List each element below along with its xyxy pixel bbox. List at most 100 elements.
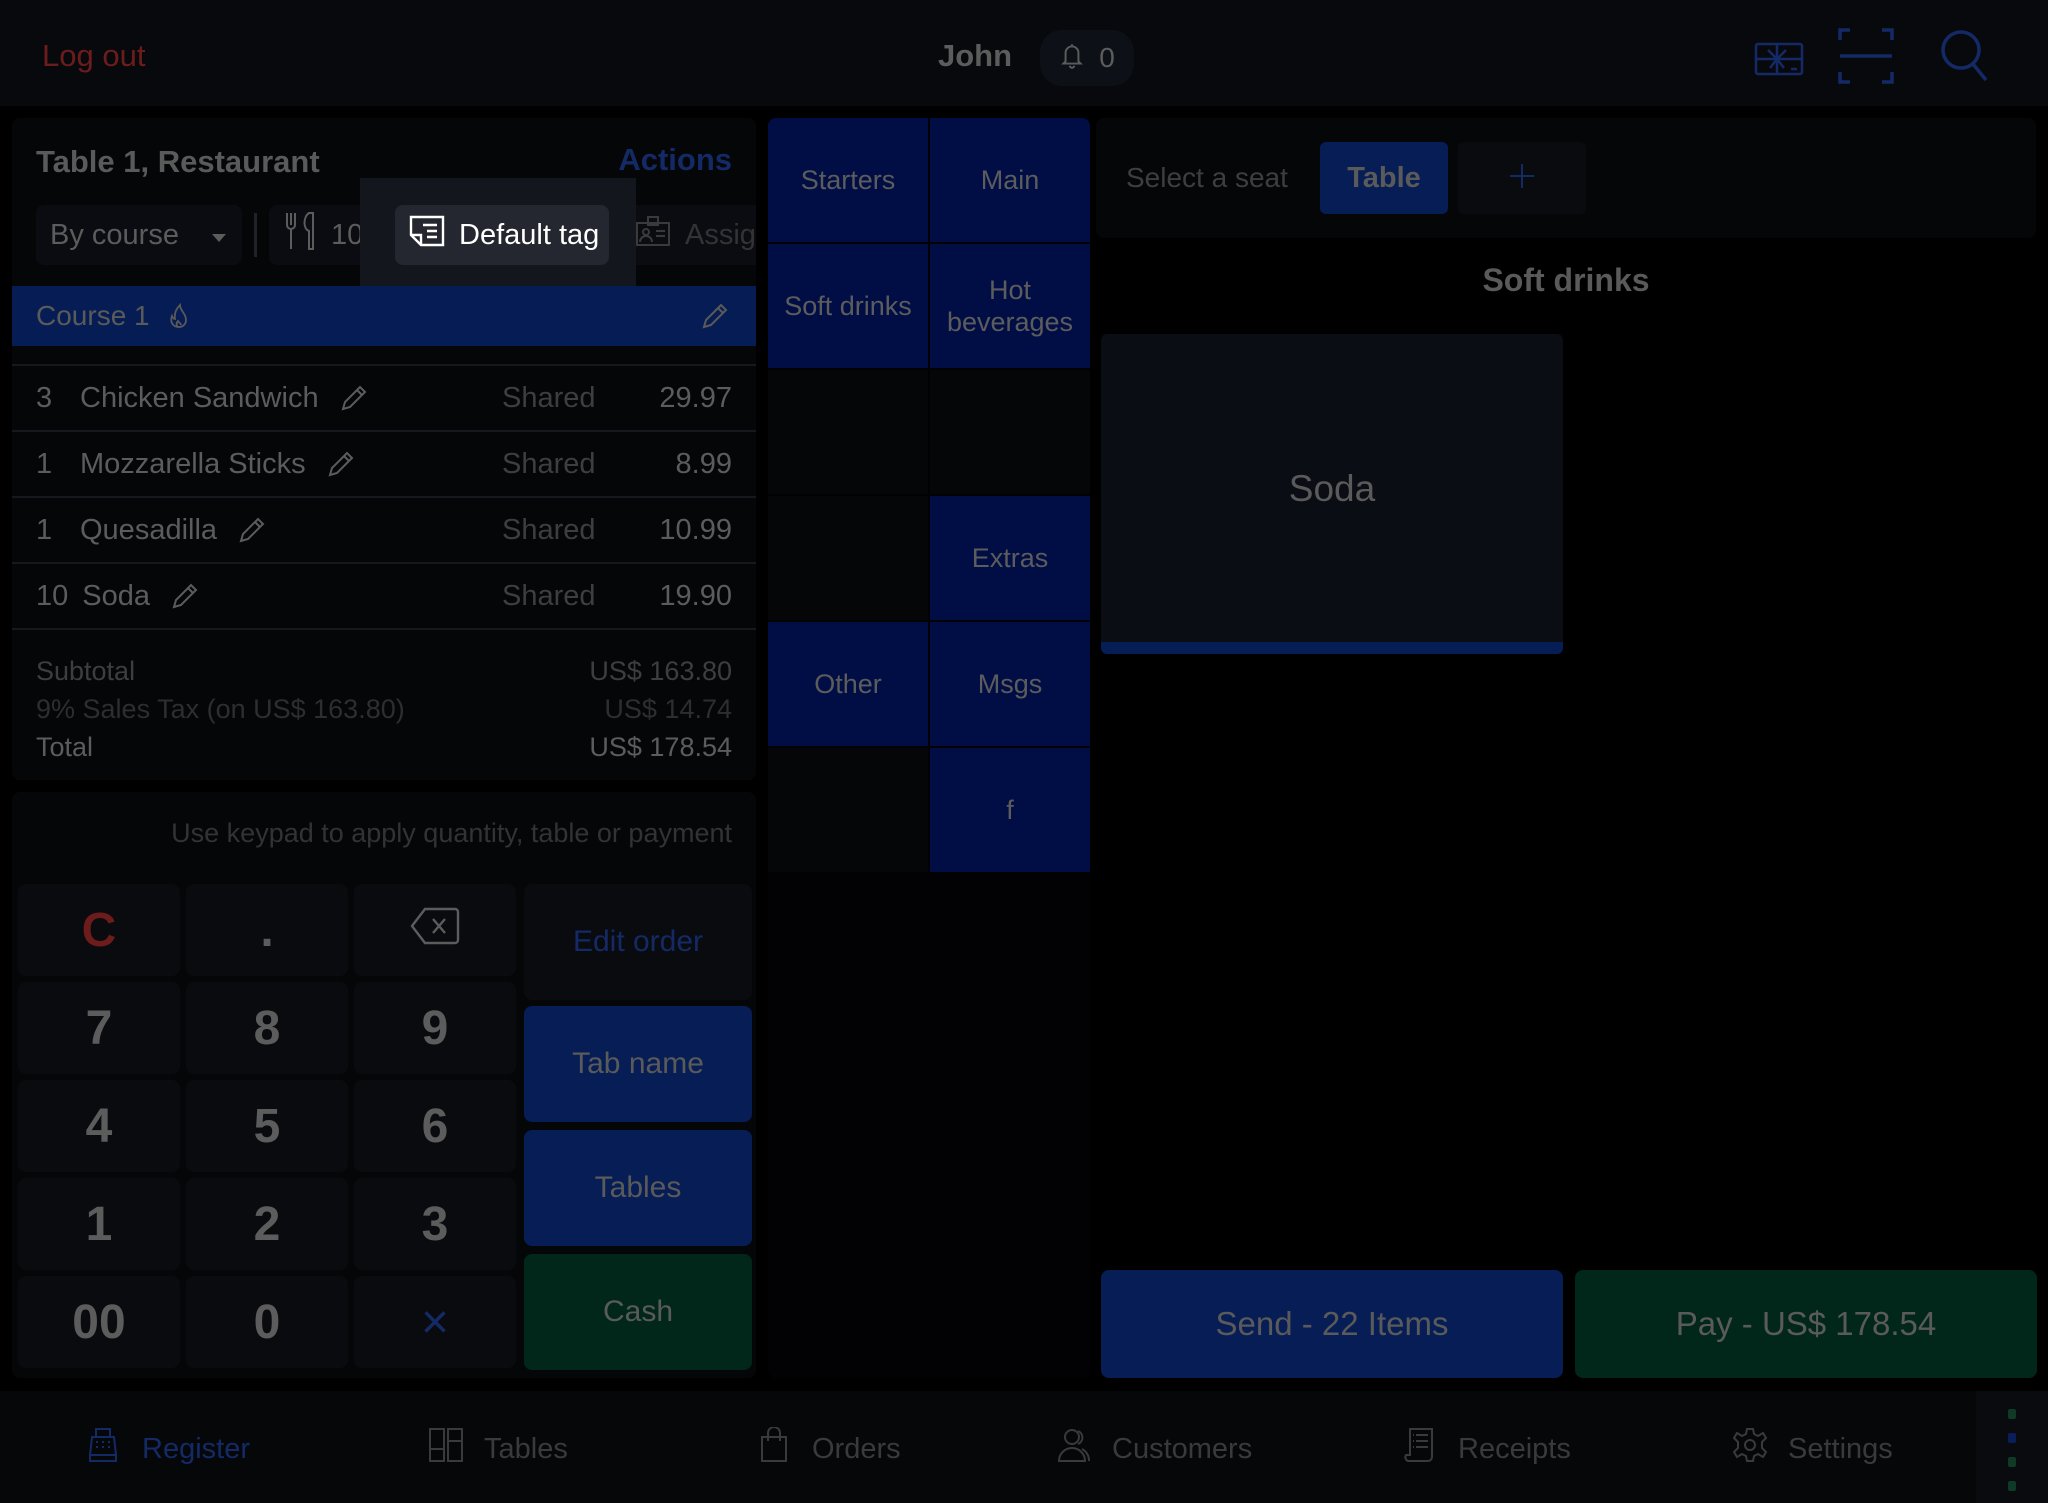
cash-button[interactable]: Cash (524, 1254, 752, 1370)
category-empty-slot (768, 496, 928, 620)
category-soft-drinks[interactable]: Soft drinks (768, 244, 928, 368)
course-header[interactable]: Course 1 (12, 286, 756, 346)
notifications-button[interactable]: 0 (1040, 30, 1134, 86)
fire-icon (168, 302, 190, 329)
key-1[interactable]: 1 (18, 1178, 180, 1270)
key-7[interactable]: 7 (18, 982, 180, 1074)
order-panel: Table 1, Restaurant Actions By course 10… (12, 118, 756, 780)
category-other[interactable]: Other (768, 622, 928, 746)
item-seat: Shared (502, 447, 596, 480)
category-starters[interactable]: Starters (768, 118, 928, 242)
cutlery-icon (283, 211, 317, 259)
seat-label: Select a seat (1126, 162, 1288, 193)
item-name: Quesadilla (80, 513, 218, 546)
edit-order-button[interactable]: Edit order (524, 884, 752, 1000)
category-extras[interactable]: Extras (930, 496, 1090, 620)
edit-course-icon[interactable] (700, 301, 730, 331)
key-4[interactable]: 4 (18, 1080, 180, 1172)
shopping-bag-icon (756, 1426, 792, 1471)
item-qty: 1 (36, 447, 53, 480)
plus-icon (1509, 163, 1535, 194)
total-value: US$ 178.54 (589, 731, 732, 762)
key-2[interactable]: 2 (186, 1178, 348, 1270)
nav-settings[interactable]: Settings (1732, 1427, 1893, 1471)
key-3[interactable]: 3 (354, 1178, 516, 1270)
item-seat: Shared (502, 579, 596, 612)
nav-orders[interactable]: Orders (756, 1426, 901, 1471)
customers-icon (1056, 1427, 1092, 1471)
keypad-panel: Use keypad to apply quantity, table or p… (12, 792, 756, 1378)
course-label: Course 1 (36, 300, 150, 331)
status-dot (2008, 1481, 2016, 1491)
order-item-row[interactable]: 3 Chicken Sandwich Shared 29.97 (12, 364, 756, 430)
total-label: Total (36, 731, 94, 762)
default-tag-button[interactable]: Default tag (395, 205, 609, 265)
keypad-hint: Use keypad to apply quantity, table or p… (171, 818, 732, 848)
item-qty: 10 (36, 579, 69, 612)
item-name: Chicken Sandwich (80, 381, 319, 414)
key-9[interactable]: 9 (354, 982, 516, 1074)
product-tile-soda[interactable]: Soda (1101, 334, 1563, 654)
category-hot-beverages[interactable]: Hot beverages (930, 244, 1090, 368)
actions-button[interactable]: Actions (618, 142, 732, 178)
nav-label: Receipts (1458, 1432, 1571, 1465)
send-button[interactable]: Send - 22 Items (1101, 1270, 1563, 1378)
nav-label: Settings (1788, 1432, 1893, 1465)
category-main[interactable]: Main (930, 118, 1090, 242)
more-menu-handle[interactable] (1976, 1391, 2048, 1503)
tag-label: Default tag (459, 218, 600, 251)
subtotal-row: Subtotal US$ 163.80 (36, 652, 732, 690)
search-icon[interactable] (1936, 26, 1996, 86)
seat-table-button[interactable]: Table (1320, 142, 1448, 214)
pencil-icon[interactable] (170, 581, 200, 611)
tax-label: 9% Sales Tax (on US$ 163.80) (36, 693, 405, 724)
backspace-icon (409, 903, 461, 958)
pay-button[interactable]: Pay - US$ 178.54 (1575, 1270, 2037, 1378)
item-price: 10.99 (659, 513, 732, 546)
items-divider (12, 628, 756, 630)
order-item-row[interactable]: 1 Mozzarella Sticks Shared 8.99 (12, 430, 756, 496)
key-6[interactable]: 6 (354, 1080, 516, 1172)
item-price: 29.97 (659, 381, 732, 414)
group-by-dropdown[interactable]: By course (36, 205, 242, 265)
key-8[interactable]: 8 (186, 982, 348, 1074)
nav-register[interactable]: Register (86, 1427, 250, 1471)
nav-customers[interactable]: Customers (1056, 1427, 1252, 1471)
covers-count: 10 (331, 218, 364, 251)
key-multiply[interactable]: × (354, 1276, 516, 1368)
status-dot (2008, 1457, 2016, 1467)
nav-receipts[interactable]: Receipts (1402, 1427, 1571, 1471)
tables-button[interactable]: Tables (524, 1130, 752, 1246)
pencil-icon[interactable] (339, 383, 369, 413)
key-clear[interactable]: C (18, 884, 180, 976)
assign-button[interactable]: Assig (621, 205, 756, 265)
key-decimal[interactable]: . (186, 884, 348, 976)
nav-tables[interactable]: Tables (428, 1427, 568, 1471)
item-qty: 1 (36, 513, 53, 546)
tag-note-icon (409, 215, 445, 255)
item-qty: 3 (36, 381, 53, 414)
order-item-row[interactable]: 1 Quesadilla Shared 10.99 (12, 496, 756, 562)
logout-button[interactable]: Log out (42, 38, 145, 74)
nav-label: Register (142, 1432, 250, 1465)
category-f[interactable]: f (930, 748, 1090, 872)
user-name: John (938, 38, 1013, 73)
tab-name-button[interactable]: Tab name (524, 1006, 752, 1122)
key-5[interactable]: 5 (186, 1080, 348, 1172)
gift-card-icon[interactable] (1750, 26, 1810, 86)
add-seat-button[interactable] (1458, 142, 1586, 214)
order-item-row[interactable]: 10 Soda Shared 19.90 (12, 562, 756, 628)
caret-down-icon (210, 219, 228, 252)
nav-label: Tables (484, 1432, 568, 1465)
category-msgs[interactable]: Msgs (930, 622, 1090, 746)
item-price: 19.90 (659, 579, 732, 612)
barcode-scan-icon[interactable] (1836, 26, 1896, 86)
key-0[interactable]: 0 (186, 1276, 348, 1368)
item-seat: Shared (502, 381, 596, 414)
pencil-icon[interactable] (237, 515, 267, 545)
tables-grid-icon (428, 1427, 464, 1471)
pencil-icon[interactable] (326, 449, 356, 479)
key-00[interactable]: 00 (18, 1276, 180, 1368)
key-backspace[interactable] (354, 884, 516, 976)
nav-label: Orders (812, 1432, 901, 1465)
